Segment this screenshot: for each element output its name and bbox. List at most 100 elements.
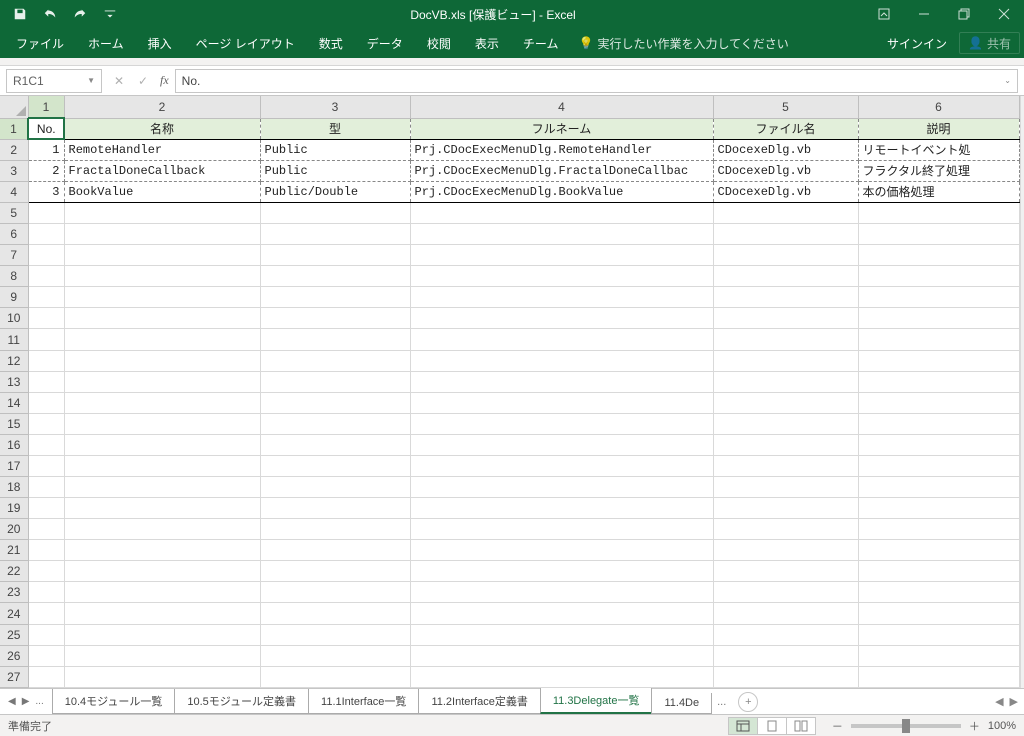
empty-cell[interactable] <box>410 287 713 308</box>
empty-cell[interactable] <box>410 434 713 455</box>
empty-cell[interactable] <box>410 392 713 413</box>
ribbon-tab[interactable]: ページ レイアウト <box>184 28 307 58</box>
row-header[interactable]: 7 <box>0 245 28 266</box>
table-header-cell[interactable]: ファイル名 <box>713 118 858 139</box>
empty-cell[interactable] <box>28 455 64 476</box>
empty-cell[interactable] <box>858 666 1019 687</box>
empty-cell[interactable] <box>410 645 713 666</box>
ribbon-options-icon[interactable] <box>864 0 904 28</box>
row-header[interactable]: 22 <box>0 561 28 582</box>
qat-customize-icon[interactable] <box>98 2 122 26</box>
row-header[interactable]: 17 <box>0 455 28 476</box>
empty-cell[interactable] <box>28 224 64 245</box>
empty-cell[interactable] <box>410 561 713 582</box>
empty-cell[interactable] <box>260 645 410 666</box>
empty-cell[interactable] <box>858 287 1019 308</box>
empty-cell[interactable] <box>713 582 858 603</box>
empty-cell[interactable] <box>713 603 858 624</box>
row-header[interactable]: 26 <box>0 645 28 666</box>
empty-cell[interactable] <box>64 519 260 540</box>
empty-cell[interactable] <box>260 287 410 308</box>
empty-cell[interactable] <box>410 603 713 624</box>
vertical-scrollbar[interactable] <box>1020 96 1024 688</box>
empty-cell[interactable] <box>858 519 1019 540</box>
enter-icon[interactable]: ✓ <box>134 74 152 88</box>
empty-cell[interactable] <box>713 645 858 666</box>
empty-cell[interactable] <box>28 287 64 308</box>
empty-cell[interactable] <box>858 329 1019 350</box>
row-header[interactable]: 5 <box>0 203 28 224</box>
cancel-icon[interactable]: ✕ <box>110 74 128 88</box>
empty-cell[interactable] <box>260 561 410 582</box>
column-header[interactable]: 6 <box>858 96 1019 118</box>
empty-cell[interactable] <box>64 582 260 603</box>
empty-cell[interactable] <box>410 498 713 519</box>
empty-cell[interactable] <box>64 245 260 266</box>
empty-cell[interactable] <box>64 666 260 687</box>
worksheet-grid[interactable]: 1234561No.名称型フルネームファイル名説明21RemoteHandler… <box>0 96 1024 688</box>
empty-cell[interactable] <box>713 413 858 434</box>
table-cell[interactable]: 3 <box>28 181 64 202</box>
close-icon[interactable] <box>984 0 1024 28</box>
page-layout-view-icon[interactable] <box>757 717 787 735</box>
empty-cell[interactable] <box>713 455 858 476</box>
ribbon-tab[interactable]: 校閲 <box>415 28 463 58</box>
empty-cell[interactable] <box>713 519 858 540</box>
row-header[interactable]: 9 <box>0 287 28 308</box>
empty-cell[interactable] <box>858 603 1019 624</box>
empty-cell[interactable] <box>858 266 1019 287</box>
zoom-out-button[interactable]: － <box>832 718 843 734</box>
empty-cell[interactable] <box>64 561 260 582</box>
empty-cell[interactable] <box>260 308 410 329</box>
empty-cell[interactable] <box>28 203 64 224</box>
select-all-corner[interactable] <box>0 96 28 118</box>
empty-cell[interactable] <box>64 434 260 455</box>
empty-cell[interactable] <box>713 434 858 455</box>
restore-icon[interactable] <box>944 0 984 28</box>
empty-cell[interactable] <box>260 455 410 476</box>
empty-cell[interactable] <box>260 350 410 371</box>
empty-cell[interactable] <box>28 645 64 666</box>
empty-cell[interactable] <box>28 624 64 645</box>
ribbon-tab[interactable]: 挿入 <box>136 28 184 58</box>
empty-cell[interactable] <box>713 245 858 266</box>
empty-cell[interactable] <box>858 308 1019 329</box>
empty-cell[interactable] <box>410 266 713 287</box>
empty-cell[interactable] <box>858 645 1019 666</box>
empty-cell[interactable] <box>28 308 64 329</box>
page-break-view-icon[interactable] <box>786 717 816 735</box>
empty-cell[interactable] <box>410 245 713 266</box>
empty-cell[interactable] <box>713 287 858 308</box>
ribbon-tab[interactable]: ホーム <box>76 28 136 58</box>
empty-cell[interactable] <box>713 477 858 498</box>
sheet-tab[interactable]: 11.2Interface定義書 <box>418 689 540 714</box>
empty-cell[interactable] <box>28 498 64 519</box>
table-cell[interactable]: Prj.CDocExecMenuDlg.FractalDoneCallbac <box>410 160 713 181</box>
empty-cell[interactable] <box>28 666 64 687</box>
empty-cell[interactable] <box>28 392 64 413</box>
row-header[interactable]: 12 <box>0 350 28 371</box>
empty-cell[interactable] <box>28 519 64 540</box>
table-header-cell[interactable]: No. <box>28 118 64 139</box>
empty-cell[interactable] <box>858 224 1019 245</box>
empty-cell[interactable] <box>260 392 410 413</box>
row-header[interactable]: 18 <box>0 477 28 498</box>
empty-cell[interactable] <box>713 498 858 519</box>
empty-cell[interactable] <box>28 540 64 561</box>
column-header[interactable]: 4 <box>410 96 713 118</box>
new-sheet-button[interactable]: + <box>738 692 758 712</box>
share-button[interactable]: 👤 共有 <box>959 32 1020 54</box>
empty-cell[interactable] <box>858 392 1019 413</box>
expand-formula-icon[interactable]: ⌄ <box>1004 76 1011 85</box>
table-cell[interactable]: CDocexeDlg.vb <box>713 160 858 181</box>
name-box[interactable]: R1C1 ▼ <box>6 69 102 93</box>
zoom-level[interactable]: 100% <box>988 720 1016 732</box>
empty-cell[interactable] <box>64 477 260 498</box>
table-cell[interactable]: Prj.CDocExecMenuDlg.RemoteHandler <box>410 139 713 160</box>
empty-cell[interactable] <box>713 666 858 687</box>
tell-me[interactable]: 💡 実行したい作業を入力してください <box>578 35 788 52</box>
empty-cell[interactable] <box>64 498 260 519</box>
empty-cell[interactable] <box>858 350 1019 371</box>
table-header-cell[interactable]: フルネーム <box>410 118 713 139</box>
empty-cell[interactable] <box>28 245 64 266</box>
